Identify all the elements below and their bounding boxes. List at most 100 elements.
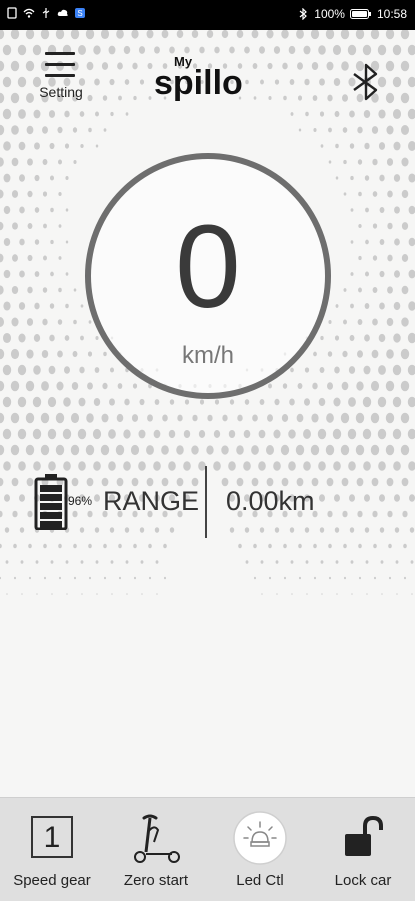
decorative-dot — [327, 510, 333, 518]
decorative-dot — [34, 142, 40, 150]
decorative-dot — [393, 174, 401, 182]
decorative-dot — [177, 414, 183, 422]
decorative-dot — [372, 318, 378, 326]
decorative-dot — [0, 285, 4, 295]
decorative-dot — [153, 429, 161, 439]
dashboard-background — [0, 30, 415, 797]
decorative-dot — [4, 527, 10, 533]
decorative-dot — [131, 414, 139, 422]
decorative-dot — [118, 576, 122, 580]
decorative-dot — [393, 494, 401, 502]
decorative-dot — [372, 255, 378, 261]
decorative-dot — [73, 576, 77, 580]
decorative-dot — [183, 429, 191, 439]
decorative-dot — [95, 144, 99, 148]
decorative-dot — [357, 126, 363, 134]
decorative-dot — [364, 527, 370, 533]
decorative-dot — [88, 127, 92, 133]
decorative-dot — [103, 576, 107, 580]
decorative-dot — [387, 254, 393, 262]
lock-car-button[interactable]: Lock car — [313, 798, 413, 901]
decorative-dot — [72, 350, 78, 358]
decorative-dot — [2, 428, 12, 440]
decorative-dot — [365, 207, 369, 213]
decorative-dot — [0, 444, 5, 456]
decorative-dot — [358, 543, 362, 549]
decorative-dot — [17, 428, 27, 440]
decorative-dot — [58, 224, 62, 228]
decorative-dot — [72, 510, 78, 518]
decorative-dot — [290, 560, 294, 564]
decorative-dot — [221, 445, 229, 455]
decorative-dot — [27, 510, 33, 518]
decorative-dot — [88, 543, 92, 549]
decorative-dot — [266, 477, 274, 487]
decorative-dot — [3, 205, 11, 215]
decorative-dot — [19, 238, 25, 246]
decorative-dot — [34, 207, 40, 213]
decorative-dot — [58, 256, 62, 260]
decorative-dot — [49, 334, 55, 342]
decorative-dot — [281, 477, 289, 487]
decorative-dot — [298, 543, 302, 549]
brand-logo: My spillo — [150, 50, 270, 110]
decorative-dot — [409, 527, 415, 533]
decorative-dot — [41, 349, 49, 359]
dot-pattern-background — [0, 30, 415, 595]
decorative-dot — [58, 576, 62, 580]
decorative-dot — [393, 461, 401, 471]
decorative-dot — [363, 494, 371, 502]
decorative-dot — [110, 111, 114, 117]
decorative-dot — [372, 286, 378, 294]
decorative-dot — [3, 141, 11, 151]
decorative-dot — [109, 527, 115, 533]
decorative-dot — [350, 303, 354, 309]
decorative-dot — [237, 414, 243, 422]
decorative-dot — [192, 414, 198, 422]
decorative-dot — [116, 477, 124, 487]
speed-gear-button[interactable]: 1 Speed gear — [2, 798, 102, 901]
decorative-dot — [333, 494, 341, 502]
decorative-dot — [258, 461, 266, 471]
decorative-dot — [3, 237, 11, 247]
decorative-dot — [328, 576, 332, 580]
decorative-dot — [213, 430, 221, 438]
decorative-dot — [364, 175, 370, 181]
decorative-dot — [50, 560, 54, 564]
decorative-dot — [49, 175, 55, 181]
decorative-dot — [342, 510, 348, 518]
decorative-dot — [377, 396, 387, 408]
decorative-dot — [11, 317, 19, 327]
decorative-dot — [364, 142, 370, 150]
decorative-dot — [34, 271, 40, 277]
decorative-dot — [378, 109, 386, 119]
decorative-dot — [325, 444, 335, 456]
decorative-dot — [33, 334, 41, 342]
decorative-dot — [304, 527, 310, 533]
decorative-dot — [146, 445, 154, 455]
decorative-dot — [28, 576, 32, 580]
decorative-dot — [341, 477, 349, 487]
decorative-dot — [343, 576, 347, 580]
settings-menu-button[interactable]: Setting — [30, 48, 92, 106]
battery-bar — [40, 512, 62, 519]
decorative-dot — [65, 303, 69, 309]
bluetooth-icon — [299, 8, 308, 20]
led-control-button[interactable]: Led Ctl — [210, 798, 310, 901]
decorative-dot — [400, 380, 410, 392]
decorative-dot — [153, 461, 161, 471]
decorative-dot — [33, 461, 41, 471]
zero-start-button[interactable]: Zero start — [106, 798, 206, 901]
decorative-dot — [378, 461, 386, 471]
decorative-dot — [27, 254, 33, 262]
decorative-dot — [253, 576, 257, 580]
decorative-dot — [34, 302, 40, 310]
decorative-dot — [50, 271, 54, 277]
decorative-dot — [328, 543, 332, 549]
decorative-dot — [33, 109, 41, 119]
decorative-dot — [408, 237, 415, 247]
speed-value: 0 — [175, 201, 241, 333]
bluetooth-button[interactable] — [346, 62, 386, 102]
decorative-dot — [123, 461, 131, 471]
decorative-dot — [161, 477, 169, 487]
